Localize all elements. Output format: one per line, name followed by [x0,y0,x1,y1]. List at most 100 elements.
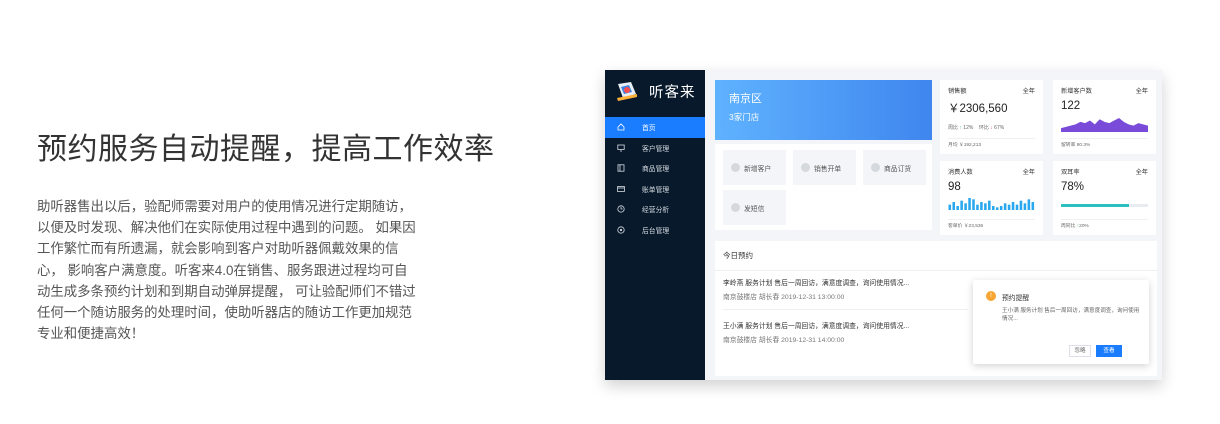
consumer-bar [984,203,987,210]
consumer-bar [1007,204,1011,210]
consumer-bar [1027,199,1031,210]
sales-order-button[interactable]: 销售开单 [793,150,856,185]
stat-period: 全年 [1135,169,1148,176]
progress-track [1061,204,1148,207]
sidebar-item-label: 客户管理 [642,145,670,153]
stat-footer: 客单价 ￥23,536 [948,224,984,229]
card-icon [615,184,627,194]
wow-value: 12% [963,125,974,131]
region-card[interactable]: 南京区 3家门店 [715,80,932,140]
consumer-bar [948,204,952,210]
progress-fill [1061,204,1129,207]
consumer-bar [995,207,999,210]
sidebar-item-home[interactable]: 首页 [605,117,705,138]
consumer-bar [1019,200,1023,210]
consumer-bar [980,202,983,210]
circle-icon [731,203,740,212]
consumer-bar [960,200,963,210]
ignore-button[interactable]: 忽略 [1069,345,1091,357]
sidebar-item-analytics[interactable]: 经营分析 [605,199,705,220]
appointment-meta: 南京鼓楼店 胡长春 2019-12-31 13:00:00 [723,294,845,301]
today-title: 今日预约 [715,241,1157,271]
divider [948,219,1035,220]
yoy-label: 环比 [978,125,989,131]
consumer-bar [999,206,1003,210]
stat-period: 全年 [1022,88,1035,95]
reminder-popup: ! 预约提醒 王小满 服务计划 售后一周回访，满意度调查，询问使用情况... 忽… [973,280,1149,364]
consumer-bar [1015,204,1019,210]
app-screenshot: 听客来 首页 客户管理 商品管理 账单管理 经营分析 后台管理 南京区 3家门店… [605,70,1162,380]
appointment-meta: 南京鼓楼店 胡长春 2019-12-31 14:00:00 [723,337,845,344]
stat-value: ￥2306,560 [948,103,1008,115]
book-icon [615,163,627,173]
home-icon [615,122,627,132]
sidebar-item-bills[interactable]: 账单管理 [605,179,705,200]
appointment-item[interactable]: 王小满 服务计划 售后一周回访，满意度调查，询问使用情况... 南京鼓楼店 胡长… [723,320,973,344]
divider [948,138,1035,139]
add-customer-button[interactable]: 新增客户 [723,150,786,185]
trend-area [1061,118,1148,132]
stat-period: 全年 [1022,169,1035,176]
divider [723,309,968,310]
wow-label: 周比 [948,125,959,131]
consumer-bar [988,200,991,210]
bell-icon: ! [986,291,996,301]
consumer-bar [1031,202,1035,210]
appointment-summary: 王小满 服务计划 售后一周回访，满意度调查，询问使用情况... [723,323,910,330]
return-rate-stat-card[interactable]: 双耳率 全年 78% 周同比 ↑20% [1053,161,1156,235]
sidebar: 听客来 首页 客户管理 商品管理 账单管理 经营分析 后台管理 [605,70,705,380]
consumer-bar [992,206,995,210]
stat-value: 78% [1061,181,1085,193]
stat-period: 全年 [1135,88,1148,95]
consumer-bar [964,203,967,210]
brand-name: 听客来 [649,84,696,101]
sidebar-item-label: 后台管理 [642,227,670,235]
circle-icon [801,163,810,172]
hero-title: 预约服务自动提醒，提高工作效率 [37,133,495,166]
sidebar-item-admin[interactable]: 后台管理 [605,220,705,241]
stat-footer: 周同比 ↑20% [1061,222,1089,229]
arrow-up-icon: ↑ [959,125,962,131]
stat-value: 122 [1061,100,1081,112]
quick-actions: 新增客户 销售开单 商品订货 发短信 [715,144,932,230]
consumer-bar [1003,203,1007,210]
region-name: 南京区 [729,93,762,105]
stat-value: 98 [948,181,961,193]
divider [1061,219,1148,220]
yoy-value: 67% [994,125,1005,131]
consumer-bar [968,198,971,210]
send-sms-button[interactable]: 发短信 [723,190,786,225]
sales-compare: 周比 ↑ 12% 环比 ↓ 67% [948,124,1035,131]
sidebar-item-label: 商品管理 [642,166,670,174]
brand: 听客来 [605,70,705,112]
sidebar-item-label: 账单管理 [642,186,670,194]
quick-action-label: 销售开单 [814,165,842,173]
stat-title: 双耳率 [1061,169,1080,176]
quick-action-label: 新增客户 [744,165,772,173]
appointment-item[interactable]: 李岭燕 服务计划 售后一周回访，满意度调查，询问使用情况... 南京鼓楼店 胡长… [723,277,973,301]
stat-title: 消费人数 [948,169,973,176]
order-products-button[interactable]: 商品订货 [863,150,926,185]
stat-title: 销售额 [948,88,967,95]
consumers-stat-card[interactable]: 消费人数 全年 98 客单价 ￥23,536 [940,161,1043,235]
foot-label: 周同比 [1061,224,1076,229]
quick-action-label: 发短信 [744,205,765,213]
sidebar-item-products[interactable]: 商品管理 [605,158,705,179]
new-customers-trend-chart [1061,118,1148,132]
view-button[interactable]: 查看 [1096,345,1122,357]
consumer-bar [1011,202,1015,210]
brand-logo-icon [615,80,639,102]
hero-description: 助听器售出以后，验配师需要对用户的使用情况进行定期随访，以便及时发现、解决他们在… [37,199,416,342]
settings-icon [615,225,627,235]
sidebar-item-label: 经营分析 [642,207,670,215]
new-customers-stat-card[interactable]: 新增客户数 全年 122 留转率 80.3% [1053,80,1156,154]
sales-stat-card[interactable]: 销售额 全年 ￥2306,560 周比 ↑ 12% 环比 ↓ 67% 月均 ￥19… [940,80,1043,154]
stat-title: 新增客户数 [1061,88,1092,95]
consumer-bar [952,202,955,210]
sidebar-item-customers[interactable]: 客户管理 [605,138,705,159]
stat-footer: 留转率 80.3% [1061,143,1091,148]
consumer-bar [976,204,979,210]
appointment-summary: 李岭燕 服务计划 售后一周回访，满意度调查，询问使用情况... [723,280,910,287]
quick-action-label: 商品订货 [884,165,912,173]
sidebar-item-label: 首页 [642,125,656,133]
